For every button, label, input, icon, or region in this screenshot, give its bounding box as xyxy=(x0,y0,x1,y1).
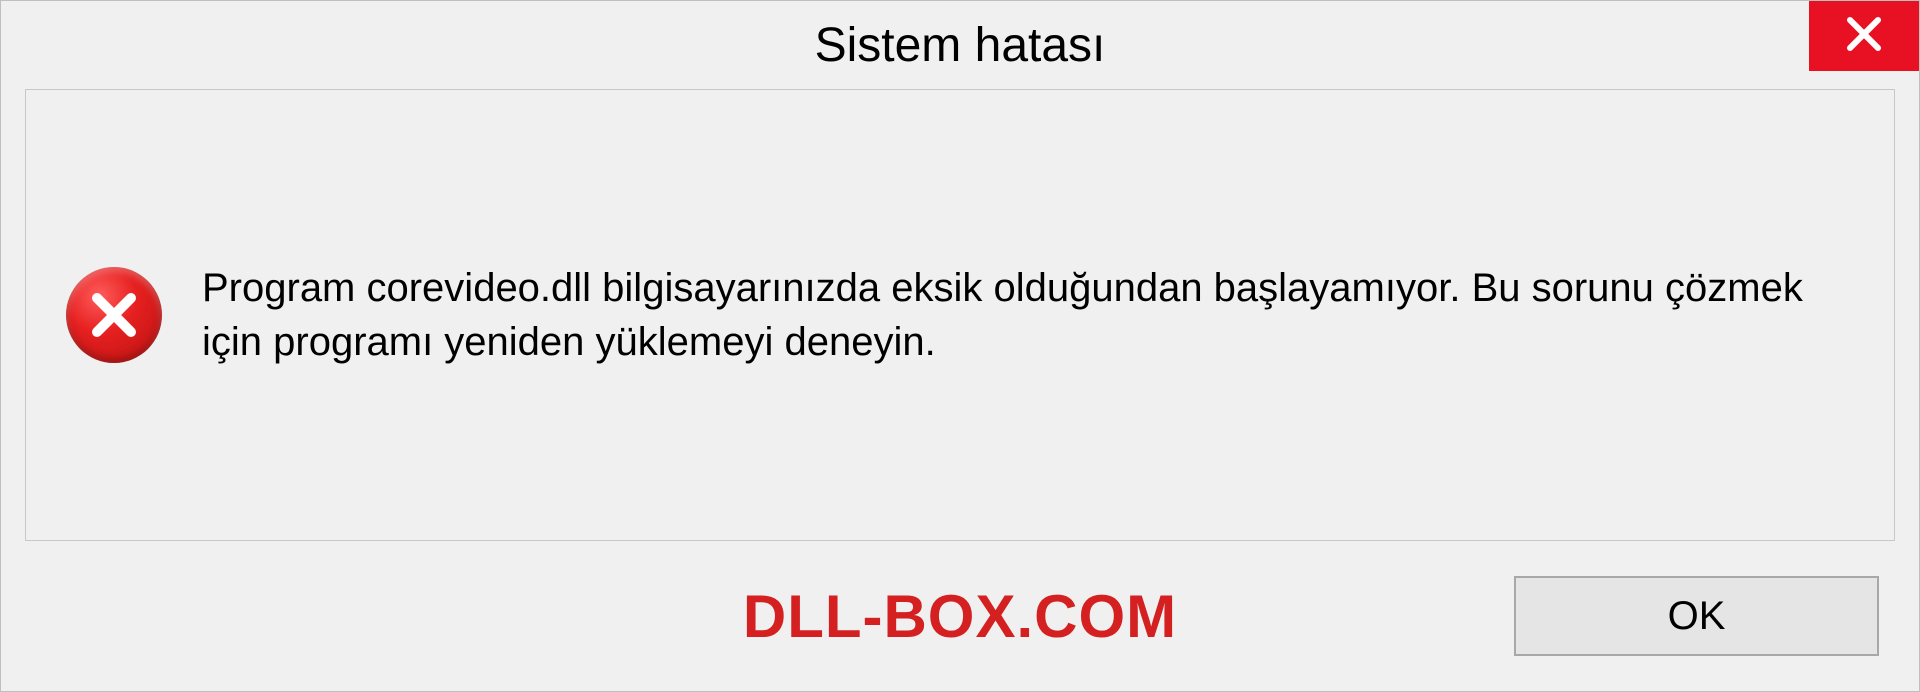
error-message: Program corevideo.dll bilgisayarınızda e… xyxy=(202,261,1854,369)
ok-button[interactable]: OK xyxy=(1514,576,1879,656)
dialog-footer: DLL-BOX.COM OK xyxy=(1,541,1919,691)
content-area: Program corevideo.dll bilgisayarınızda e… xyxy=(25,89,1895,541)
error-icon xyxy=(66,267,162,363)
dialog-title: Sistem hatası xyxy=(815,18,1106,73)
error-dialog: Sistem hatası Program corevideo.dll bilg… xyxy=(0,0,1920,692)
watermark-text: DLL-BOX.COM xyxy=(743,582,1177,651)
titlebar: Sistem hatası xyxy=(1,1,1919,89)
close-button[interactable] xyxy=(1809,1,1919,71)
close-icon xyxy=(1844,14,1884,59)
